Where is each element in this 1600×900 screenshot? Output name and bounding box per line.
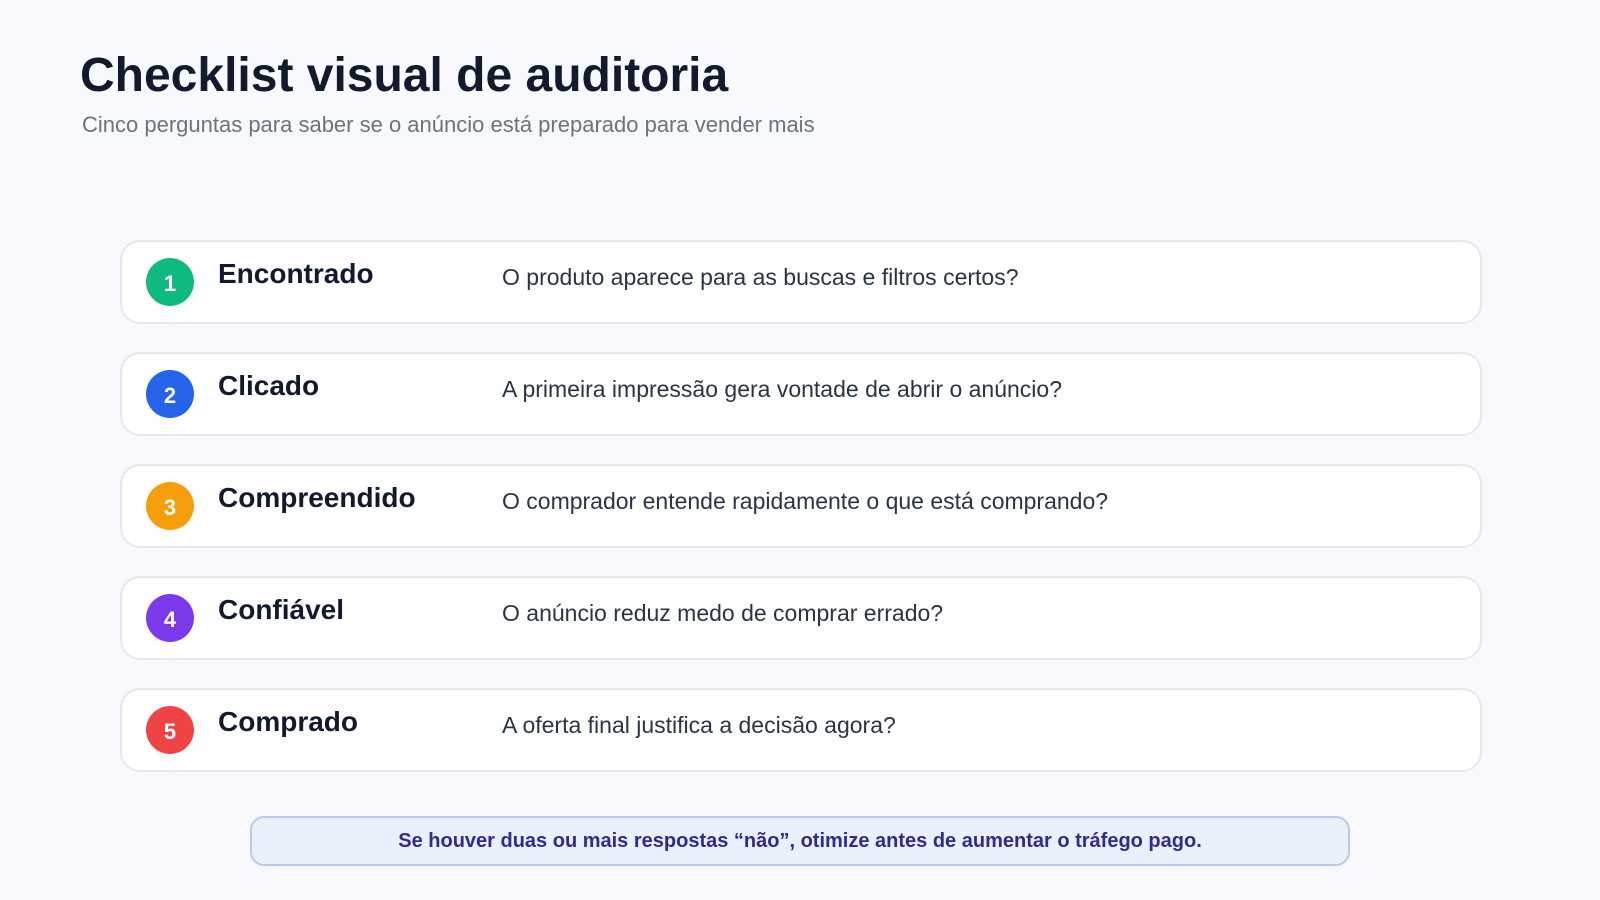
step-number-badge: 2 bbox=[146, 370, 194, 418]
step-label: Compreendido bbox=[218, 482, 416, 513]
step-question: O anúncio reduz medo de comprar errado? bbox=[502, 600, 944, 626]
checklist-item-clicado: 2 Clicado A primeira impressão gera vont… bbox=[120, 352, 1482, 436]
step-question: O comprador entende rapidamente o que es… bbox=[502, 488, 1109, 514]
step-number-badge: 3 bbox=[146, 482, 194, 530]
step-label: Clicado bbox=[218, 370, 320, 401]
checklist-item-comprado: 5 Comprado A oferta final justifica a de… bbox=[120, 688, 1482, 772]
step-label: Comprado bbox=[218, 706, 358, 737]
step-question: A primeira impressão gera vontade de abr… bbox=[502, 376, 1062, 402]
step-number-badge: 4 bbox=[146, 594, 194, 642]
step-label: Encontrado bbox=[218, 258, 374, 289]
step-question: A oferta final justifica a decisão agora… bbox=[502, 712, 896, 738]
checklist-item-confiavel: 4 Confiável O anúncio reduz medo de comp… bbox=[120, 576, 1482, 660]
footer-note: Se houver duas ou mais respostas “não”, … bbox=[250, 816, 1350, 866]
page-subtitle: Cinco perguntas para saber se o anúncio … bbox=[82, 112, 815, 137]
checklist: 1 Encontrado O produto aparece para as b… bbox=[120, 240, 1482, 800]
checklist-item-encontrado: 1 Encontrado O produto aparece para as b… bbox=[120, 240, 1482, 324]
step-question: O produto aparece para as buscas e filtr… bbox=[502, 264, 1019, 290]
step-number-badge: 5 bbox=[146, 706, 194, 754]
step-label: Confiável bbox=[218, 594, 345, 625]
checklist-item-compreendido: 3 Compreendido O comprador entende rapid… bbox=[120, 464, 1482, 548]
page-title: Checklist visual de auditoria bbox=[80, 49, 729, 102]
step-number-badge: 1 bbox=[146, 258, 194, 306]
